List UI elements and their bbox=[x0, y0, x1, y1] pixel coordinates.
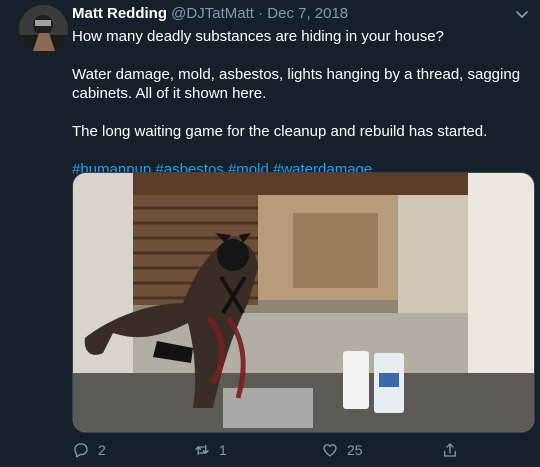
tweet-line-1: How many deadly substances are hiding in… bbox=[72, 28, 444, 45]
chevron-down-icon[interactable] bbox=[514, 6, 530, 22]
handle[interactable]: @DJTatMatt bbox=[171, 5, 254, 22]
heart-icon bbox=[323, 444, 337, 457]
tweet-line-2: Water damage, mold, asbestos, lights han… bbox=[72, 66, 521, 102]
tweet-header: Matt Redding @DJTatMatt · Dec 7, 2018 bbox=[72, 5, 348, 23]
separator: · bbox=[258, 5, 264, 22]
retweet-button[interactable]: 1 bbox=[193, 439, 227, 461]
reply-count: 2 bbox=[98, 442, 106, 458]
tweet-photo[interactable] bbox=[72, 172, 535, 433]
reply-icon bbox=[74, 443, 88, 458]
avatar[interactable] bbox=[19, 5, 68, 54]
like-button[interactable]: 25 bbox=[321, 439, 363, 461]
tweet[interactable]: Matt Redding @DJTatMatt · Dec 7, 2018 Ho… bbox=[0, 0, 540, 467]
retweet-count: 1 bbox=[219, 442, 227, 458]
tweet-text: How many deadly substances are hiding in… bbox=[72, 27, 534, 179]
retweet-icon bbox=[195, 444, 209, 456]
share-icon bbox=[444, 443, 456, 457]
display-name[interactable]: Matt Redding bbox=[72, 5, 167, 22]
tweet-line-3: The long waiting game for the cleanup an… bbox=[72, 123, 488, 140]
tweet-actions: 2 1 25 bbox=[72, 439, 534, 461]
like-count: 25 bbox=[347, 442, 363, 458]
timestamp[interactable]: Dec 7, 2018 bbox=[267, 5, 348, 22]
photo-image bbox=[73, 173, 534, 432]
share-button[interactable] bbox=[441, 439, 459, 461]
reply-button[interactable]: 2 bbox=[72, 439, 106, 461]
